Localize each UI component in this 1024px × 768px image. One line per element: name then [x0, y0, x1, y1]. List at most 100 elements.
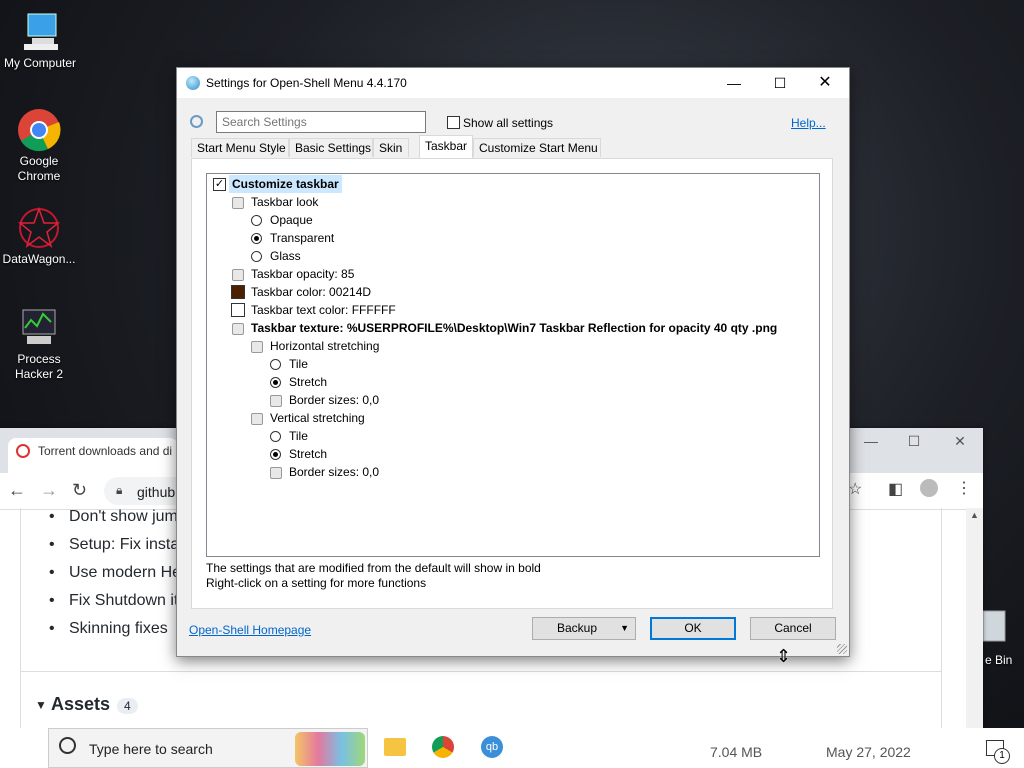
browser-maximize-button[interactable]: ☐ [891, 426, 937, 456]
taskbar-search-box[interactable]: Type here to search [48, 728, 368, 768]
ok-button[interactable]: OK [650, 617, 736, 640]
desktop-icon-label: DataWagon... [2, 252, 76, 266]
vertical-stretching-label[interactable]: Vertical stretching [270, 409, 365, 427]
vertical-tile-radio[interactable] [270, 431, 281, 442]
tab-basic-settings[interactable]: Basic Settings [289, 138, 373, 157]
desktop-icon-my-computer[interactable]: My Computer [0, 10, 80, 71]
show-all-label[interactable]: Show all settings [463, 116, 553, 130]
recycle-bin-label: e Bin [985, 653, 1013, 667]
desktop-icon-label: Google Chrome [17, 154, 61, 183]
assets-heading[interactable]: Assets [51, 694, 110, 715]
taskbar-search-placeholder: Type here to search [89, 741, 213, 757]
gear-icon [232, 197, 244, 209]
list-item: Use modern He [49, 564, 181, 582]
browser-tab[interactable]: Torrent downloads and di [8, 438, 178, 473]
taskbar-color-swatch[interactable] [231, 285, 245, 299]
backup-button[interactable]: Backup ▼ [532, 617, 636, 640]
url-text: github [137, 484, 176, 500]
taskbar-text-color-swatch[interactable] [231, 303, 245, 317]
transparent-radio[interactable] [251, 233, 262, 244]
settings-tree[interactable]: ✓ Customize taskbar Taskbar look Opaque … [206, 173, 820, 557]
dialog-title: Settings for Open-Shell Menu 4.4.170 [206, 76, 407, 90]
customize-taskbar-label[interactable]: Customize taskbar [229, 175, 342, 193]
tab-skin[interactable]: Skin [373, 138, 409, 157]
forward-icon[interactable]: → [40, 480, 58, 501]
scroll-up-icon[interactable]: ▲ [970, 510, 979, 520]
taskbar-opacity-label[interactable]: Taskbar opacity: 85 [251, 265, 354, 283]
search-icon [59, 737, 76, 754]
tab-taskbar[interactable]: Taskbar [419, 135, 473, 158]
desktop-icon-process-hacker[interactable]: Process Hacker 2 [0, 306, 79, 382]
resize-grip-icon[interactable] [837, 644, 847, 654]
close-button[interactable]: ✕ [802, 68, 848, 98]
browser-minimize-button[interactable]: — [848, 426, 894, 456]
taskbar: Type here to search qb 7.04 MB May 27, 2… [0, 728, 1024, 768]
start-button[interactable] [0, 728, 48, 768]
taskbar-texture-label[interactable]: Taskbar texture: %USERPROFILE%\Desktop\W… [251, 319, 777, 337]
show-all-checkbox[interactable] [447, 116, 460, 129]
chrome-icon [17, 108, 61, 152]
profile-icon[interactable] [920, 479, 938, 497]
minimize-button[interactable]: — [711, 68, 757, 98]
cancel-button[interactable]: Cancel [750, 617, 836, 640]
search-settings-input[interactable] [216, 111, 426, 133]
opaque-radio[interactable] [251, 215, 262, 226]
reload-icon[interactable]: ↻ [72, 480, 87, 501]
horizontal-tile-label[interactable]: Tile [289, 355, 308, 373]
glass-label[interactable]: Glass [270, 247, 301, 265]
horizontal-tile-radio[interactable] [270, 359, 281, 370]
sidebar-icon[interactable]: ◧ [888, 479, 903, 499]
browser-close-button[interactable]: ✕ [937, 426, 983, 456]
scrollbar[interactable]: ▲ [966, 508, 983, 728]
datawagon-icon [17, 206, 61, 250]
list-item: Fix Shutdown it [49, 592, 178, 610]
chrome-taskbar-icon[interactable] [432, 736, 454, 758]
back-icon[interactable]: ← [8, 480, 26, 501]
computer-icon [18, 10, 62, 54]
maximize-button[interactable]: ☐ [757, 68, 803, 98]
desktop-icon-datawagon[interactable]: DataWagon... [0, 206, 79, 267]
desktop-icon-google-chrome[interactable]: Google Chrome [0, 108, 79, 184]
help-link[interactable]: Help... [791, 116, 826, 130]
assets-count-badge: 4 [117, 698, 138, 714]
settings-dialog: Settings for Open-Shell Menu 4.4.170 — ☐… [176, 67, 850, 657]
taskbar-settings-panel: ✓ Customize taskbar Taskbar look Opaque … [191, 158, 833, 609]
list-item: Setup: Fix instal [49, 536, 183, 554]
resize-cursor-icon: ⇕ [776, 646, 792, 666]
horizontal-stretch-label[interactable]: Stretch [289, 373, 327, 391]
tab-start-menu-style[interactable]: Start Menu Style [191, 138, 289, 157]
desktop-icon-label: Process Hacker 2 [14, 352, 64, 381]
gear-icon [232, 323, 244, 335]
vertical-stretch-radio[interactable] [270, 449, 281, 460]
tab-customize-start-menu[interactable]: Customize Start Menu [473, 138, 601, 157]
qbittorrent-icon[interactable]: qb [481, 736, 503, 758]
horizontal-border-label[interactable]: Border sizes: 0,0 [289, 391, 379, 409]
dialog-titlebar[interactable]: Settings for Open-Shell Menu 4.4.170 — ☐… [177, 68, 849, 98]
note-line-2: Right-click on a setting for more functi… [206, 576, 427, 590]
open-shell-icon [186, 76, 200, 90]
horizontal-stretch-radio[interactable] [270, 377, 281, 388]
glass-radio[interactable] [251, 251, 262, 262]
transparent-label[interactable]: Transparent [270, 229, 334, 247]
vertical-border-label[interactable]: Border sizes: 0,0 [289, 463, 379, 481]
customize-taskbar-checkbox[interactable]: ✓ [213, 178, 226, 191]
list-item: Skinning fixes [49, 620, 168, 638]
taskbar-text-color-label[interactable]: Taskbar text color: FFFFFF [251, 301, 396, 319]
dropdown-arrow-icon: ▼ [620, 623, 629, 633]
cancel-label: Cancel [774, 621, 812, 635]
gear-icon [251, 341, 263, 353]
notification-count: 1 [994, 748, 1010, 764]
process-hacker-icon [17, 306, 61, 350]
triangle-down-icon[interactable]: ▼ [35, 698, 47, 712]
menu-icon[interactable]: ⋮ [956, 478, 972, 498]
homepage-link[interactable]: Open-Shell Homepage [189, 623, 311, 637]
horizontal-stretching-label[interactable]: Horizontal stretching [270, 337, 379, 355]
vertical-stretch-label[interactable]: Stretch [289, 445, 327, 463]
blocked-icon [16, 444, 30, 458]
vertical-tile-label[interactable]: Tile [289, 427, 308, 445]
opaque-label[interactable]: Opaque [270, 211, 313, 229]
file-explorer-icon[interactable] [384, 738, 406, 756]
star-icon[interactable]: ☆ [848, 479, 862, 499]
taskbar-color-label[interactable]: Taskbar color: 00214D [251, 283, 371, 301]
taskbar-look-label[interactable]: Taskbar look [251, 193, 318, 211]
